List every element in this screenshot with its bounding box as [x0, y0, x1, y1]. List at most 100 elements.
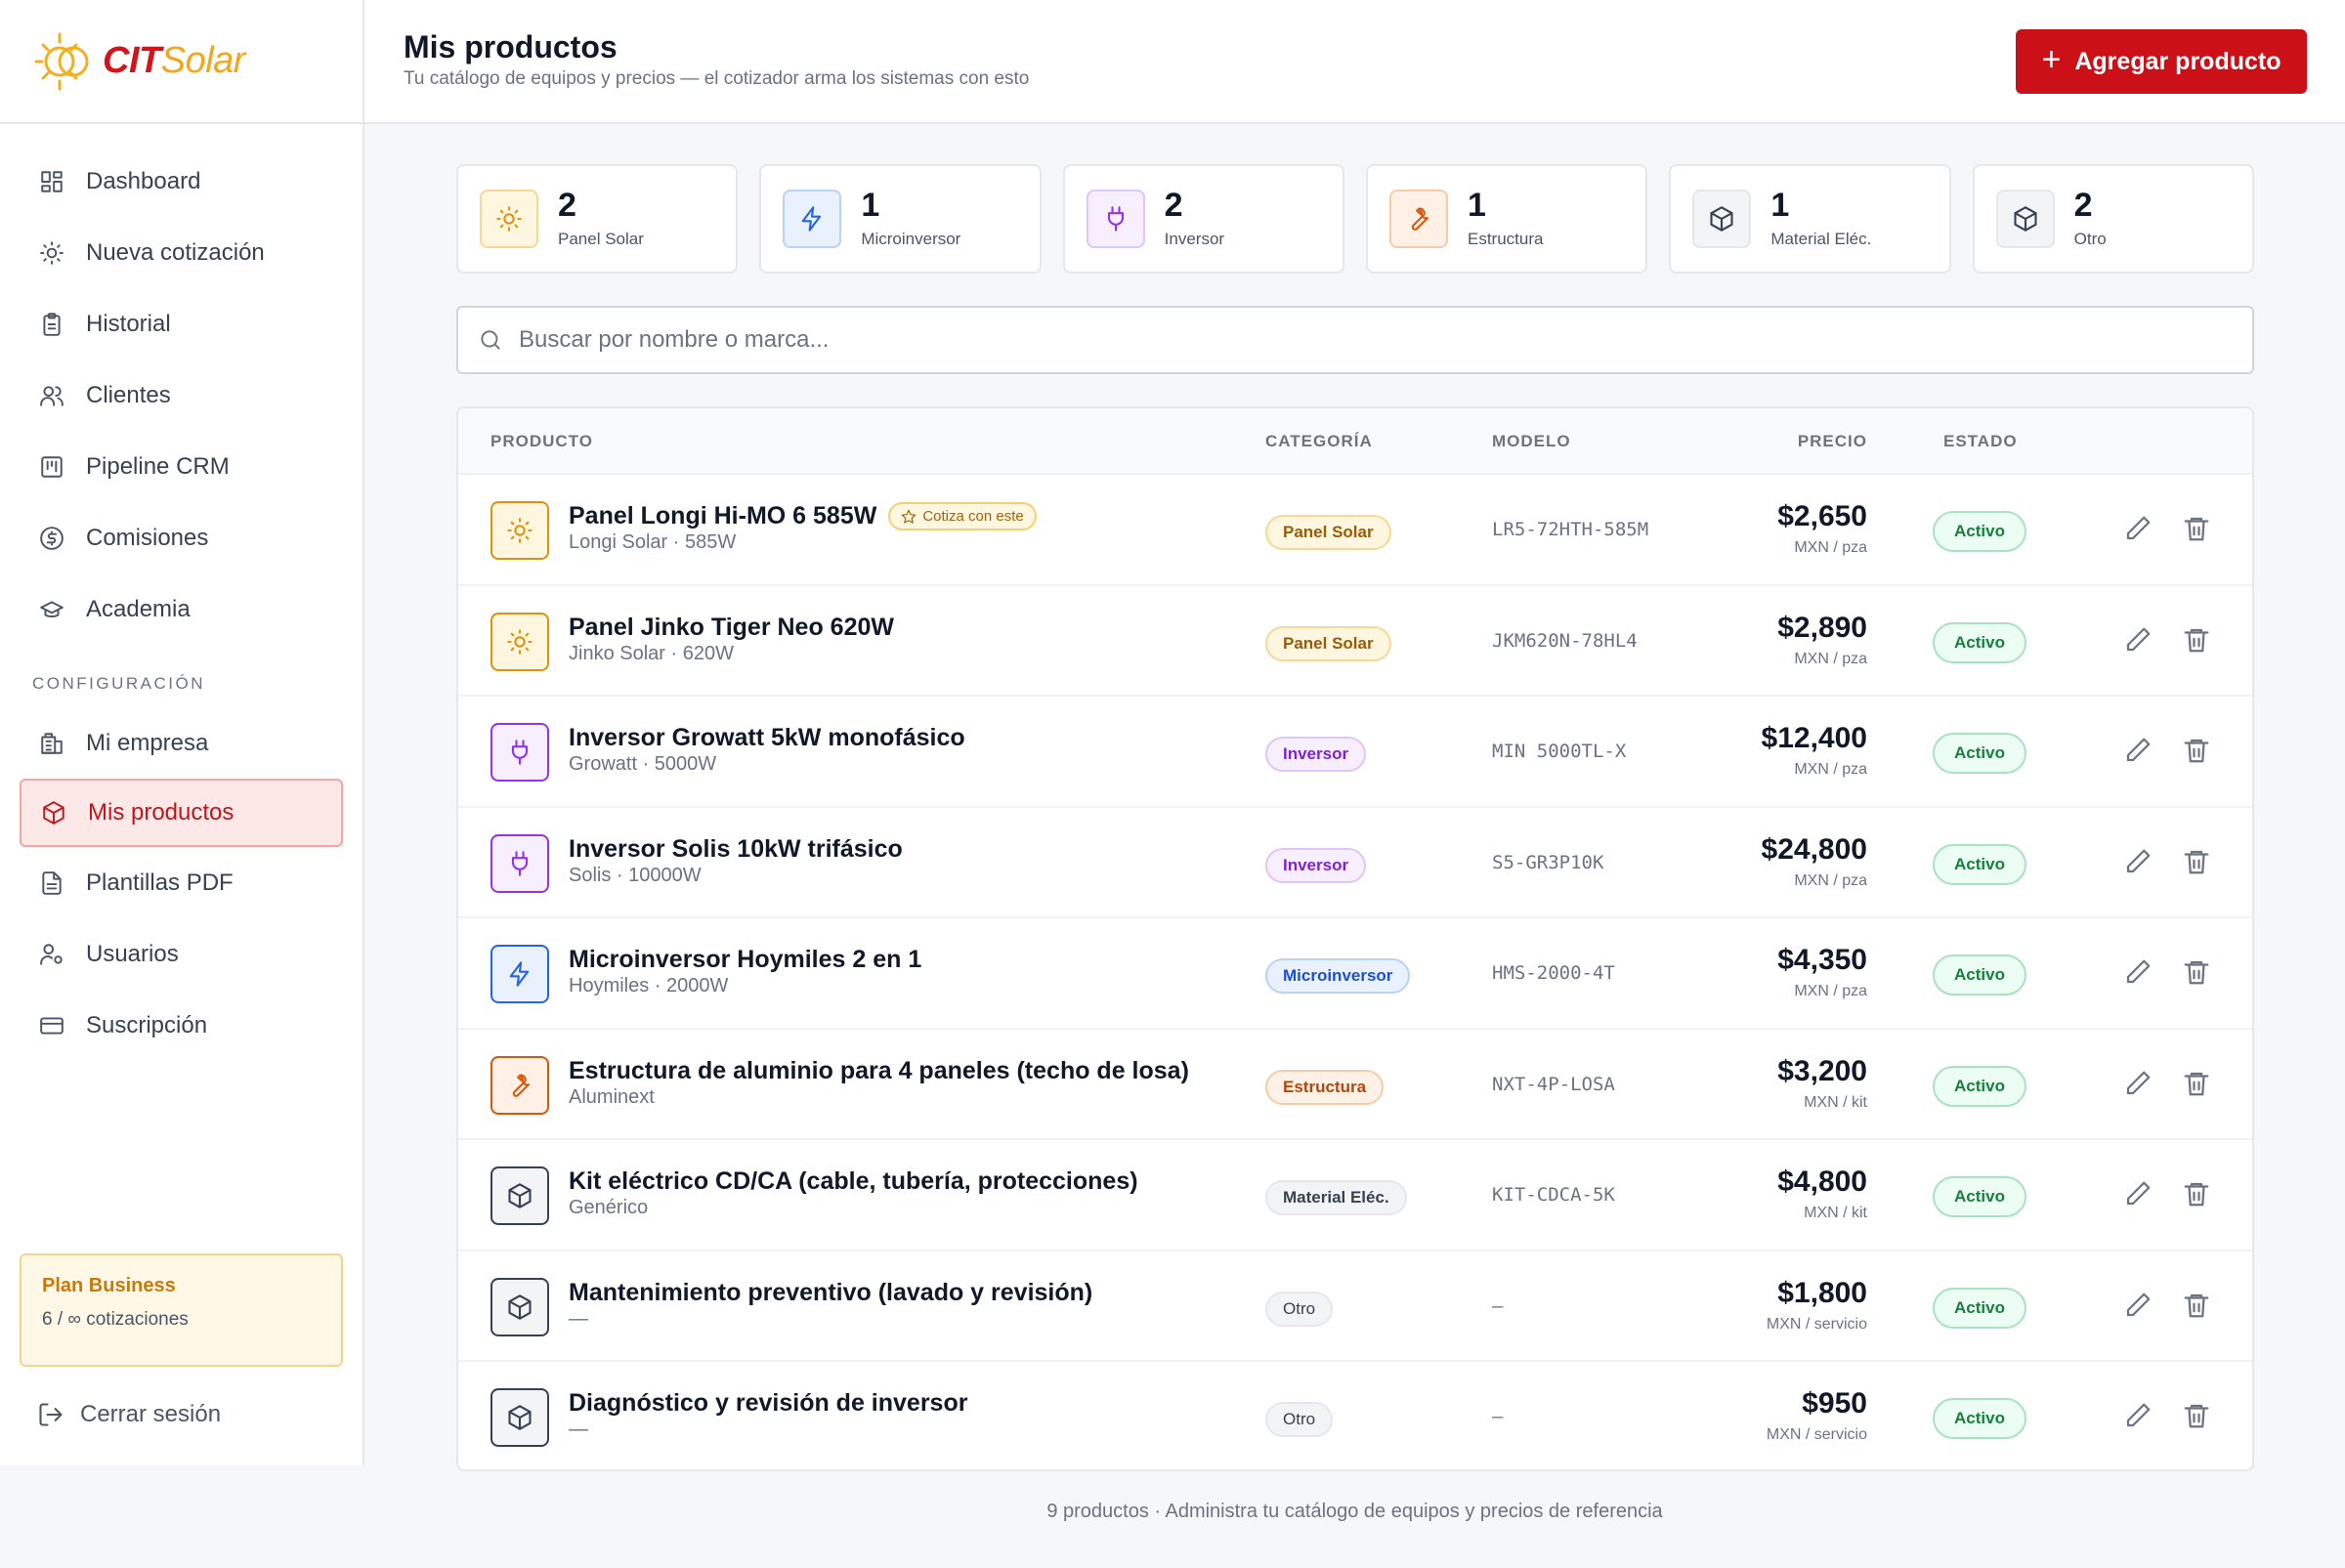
price-unit: MXN / kit	[1804, 1205, 1867, 1221]
nav-item-historial[interactable]: Historial	[0, 288, 362, 360]
zap-icon	[490, 945, 549, 1003]
status-badge[interactable]: Activo	[1933, 511, 2026, 552]
stat-card-estructura[interactable]: 1 Estructura	[1365, 164, 1648, 274]
nav-item-label: Historial	[86, 310, 171, 337]
edit-pencil-icon[interactable]	[2123, 1179, 2153, 1208]
stat-label: Otro	[2073, 230, 2107, 248]
trash-icon[interactable]	[2182, 736, 2211, 765]
table-row[interactable]: Kit eléctrico CD/CA (cable, tubería, pro…	[458, 1140, 2252, 1251]
main-nav: Dashboard Nueva cotización Historial Cli…	[0, 124, 362, 1061]
stat-count: 1	[1467, 187, 1486, 224]
edit-pencil-icon[interactable]	[2123, 1069, 2153, 1098]
trash-icon[interactable]	[2182, 847, 2211, 876]
col-header-product[interactable]: PRODUCTO	[490, 432, 593, 451]
stat-card-panel-solar[interactable]: 2 Panel Solar	[456, 164, 739, 274]
stat-label: Microinversor	[861, 230, 961, 248]
product-brand: Solis · 10000W	[569, 864, 702, 886]
trash-icon[interactable]	[2182, 1179, 2211, 1208]
nav-item-clientes[interactable]: Clientes	[0, 360, 362, 431]
product-brand: Longi Solar · 585W	[569, 531, 737, 553]
col-header-price[interactable]: PRECIO	[1798, 432, 1867, 451]
table-row[interactable]: Inversor Solis 10kW trifásico Solis · 10…	[458, 808, 2252, 918]
nav-item-label: Academia	[86, 595, 191, 622]
product-brand: —	[569, 1307, 588, 1330]
product-price: $2,890	[1777, 611, 1867, 644]
nav-item-pipeline-crm[interactable]: Pipeline CRM	[0, 431, 362, 502]
col-header-model[interactable]: MODELO	[1492, 432, 1571, 451]
category-badge: Inversor	[1265, 737, 1367, 772]
nav-item-label: Mi empresa	[86, 729, 209, 756]
page-subtitle: Tu catálogo de equipos y precios — el co…	[404, 68, 1030, 89]
table-row[interactable]: Inversor Growatt 5kW monofásico Growatt …	[458, 697, 2252, 808]
col-header-category[interactable]: CATEGORÍA	[1265, 432, 1373, 451]
edit-pencil-icon[interactable]	[2123, 625, 2153, 655]
add-product-button[interactable]: + Agregar producto	[2016, 29, 2307, 94]
brand-name: CITSolar	[103, 40, 245, 81]
trash-icon[interactable]	[2182, 1291, 2211, 1320]
col-header-status[interactable]: ESTADO	[1943, 432, 2018, 451]
product-brand: Growatt · 5000W	[569, 753, 717, 775]
logout-button[interactable]: Cerrar sesión	[37, 1401, 221, 1428]
stat-card-inversor[interactable]: 2 Inversor	[1062, 164, 1344, 274]
trash-icon[interactable]	[2182, 514, 2211, 543]
status-badge[interactable]: Activo	[1933, 1287, 2026, 1329]
trash-icon[interactable]	[2182, 957, 2211, 987]
table-row[interactable]: Panel Jinko Tiger Neo 620W Jinko Solar ·…	[458, 586, 2252, 697]
nav-item-usuarios[interactable]: Usuarios	[0, 918, 362, 990]
category-badge: Panel Solar	[1265, 625, 1391, 661]
product-price: $24,800	[1761, 832, 1867, 866]
search-bar[interactable]	[456, 306, 2254, 374]
table-row[interactable]: Panel Longi Hi-MO 6 585W Cotiza con este…	[458, 475, 2252, 586]
product-name: Kit eléctrico CD/CA (cable, tubería, pro…	[569, 1167, 1138, 1195]
edit-pencil-icon[interactable]	[2123, 736, 2153, 765]
trash-icon[interactable]	[2182, 1069, 2211, 1098]
cotiza-badge-label: Cotiza con este	[922, 508, 1024, 525]
page-title: Mis productos	[404, 29, 618, 64]
category-badge: Estructura	[1265, 1069, 1385, 1105]
product-name: Panel Longi Hi-MO 6 585W	[569, 502, 877, 530]
search-input[interactable]	[519, 326, 2180, 354]
plan-card[interactable]: Plan Business 6 / ∞ cotizaciones	[20, 1253, 343, 1367]
nav-item-comisiones[interactable]: Comisiones	[0, 502, 362, 573]
edit-pencil-icon[interactable]	[2123, 957, 2153, 987]
trash-icon[interactable]	[2182, 625, 2211, 655]
stat-card-otro[interactable]: 2 Otro	[1972, 164, 2254, 274]
edit-pencil-icon[interactable]	[2123, 1291, 2153, 1320]
product-name: Estructura de aluminio para 4 paneles (t…	[569, 1056, 1189, 1084]
nav-item-label: Plantillas PDF	[86, 869, 234, 896]
edit-pencil-icon[interactable]	[2123, 514, 2153, 543]
stat-label: Panel Solar	[558, 230, 644, 248]
status-badge[interactable]: Activo	[1933, 1065, 2026, 1107]
status-badge[interactable]: Activo	[1933, 1398, 2026, 1439]
dollar-circle-icon	[40, 526, 64, 550]
nav-item-plantillas-pdf[interactable]: Plantillas PDF	[0, 847, 362, 918]
brand-logo[interactable]: CITSolar	[0, 0, 362, 124]
edit-pencil-icon[interactable]	[2123, 847, 2153, 876]
nav-item-academia[interactable]: Academia	[0, 573, 362, 645]
table-row[interactable]: Estructura de aluminio para 4 paneles (t…	[458, 1030, 2252, 1140]
nav-item-suscripcion[interactable]: Suscripción	[0, 990, 362, 1061]
table-row[interactable]: Diagnóstico y revisión de inversor — Otr…	[458, 1362, 2252, 1469]
status-badge[interactable]: Activo	[1933, 733, 2026, 774]
edit-pencil-icon[interactable]	[2123, 1401, 2153, 1430]
nav-item-mi-empresa[interactable]: Mi empresa	[0, 707, 362, 779]
table-row[interactable]: Mantenimiento preventivo (lavado y revis…	[458, 1251, 2252, 1362]
stat-card-material-electrico[interactable]: 1 Material Eléc.	[1669, 164, 1951, 274]
nav-item-dashboard[interactable]: Dashboard	[0, 146, 362, 217]
status-badge[interactable]: Activo	[1933, 843, 2026, 885]
table-row[interactable]: Microinversor Hoymiles 2 en 1 Hoymiles ·…	[458, 918, 2252, 1030]
stat-card-microinversor[interactable]: 1 Microinversor	[759, 164, 1042, 274]
package-icon	[43, 801, 64, 825]
product-model: HMS-2000-4T	[1492, 962, 1615, 984]
status-badge[interactable]: Activo	[1933, 1176, 2026, 1217]
cotiza-badge[interactable]: Cotiza con este	[888, 502, 1037, 530]
nav-item-mis-productos[interactable]: Mis productos	[20, 779, 343, 847]
status-badge[interactable]: Activo	[1933, 621, 2026, 663]
product-brand: Aluminext	[569, 1085, 655, 1108]
status-badge[interactable]: Activo	[1933, 954, 2026, 996]
users-icon	[40, 385, 64, 406]
trash-icon[interactable]	[2182, 1401, 2211, 1430]
nav-item-nueva-cotizacion[interactable]: Nueva cotización	[0, 217, 362, 288]
nav-section-title: CONFIGURACIÓN	[32, 674, 205, 693]
box-icon	[490, 1277, 549, 1336]
